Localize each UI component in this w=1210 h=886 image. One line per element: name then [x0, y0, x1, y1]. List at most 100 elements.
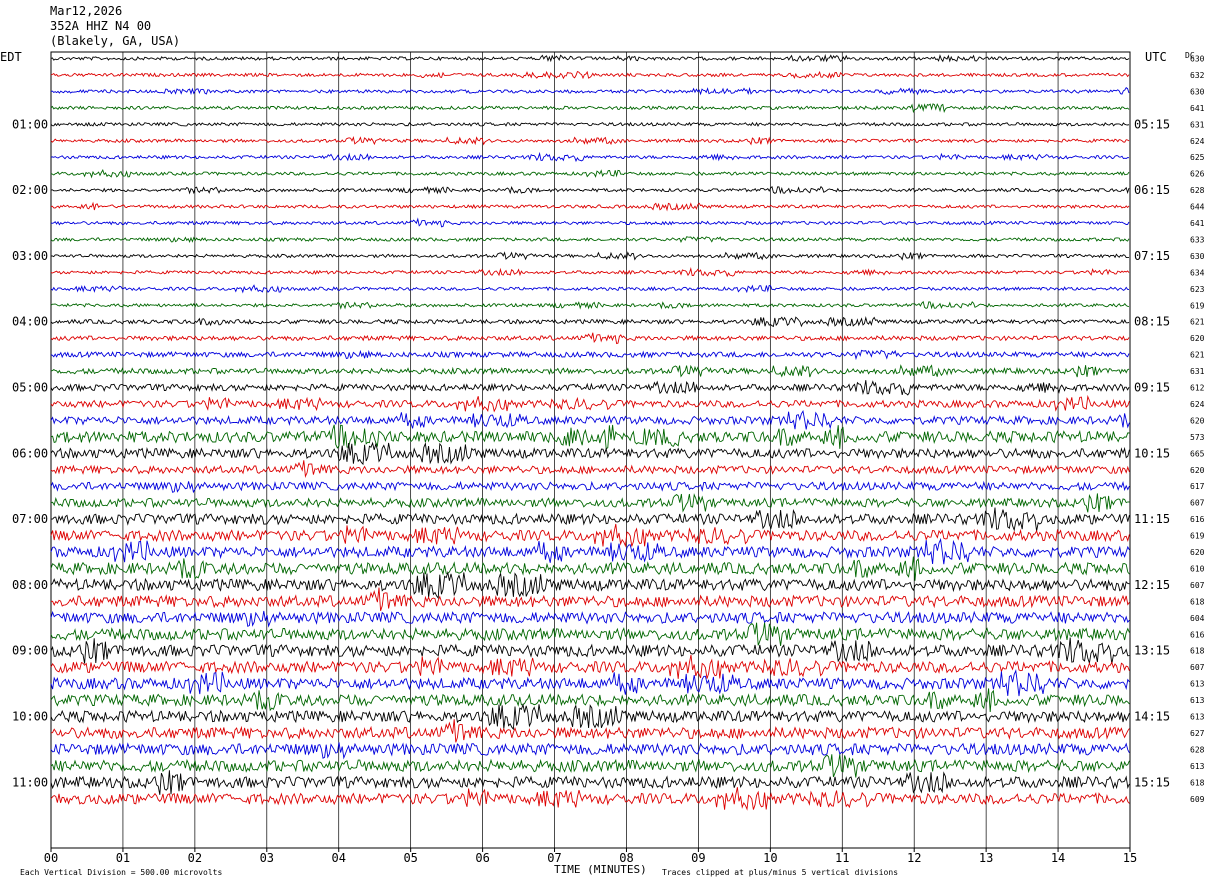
trace-row-5 — [50, 121, 1130, 127]
dc-offset-label: 607 — [1190, 663, 1205, 672]
left-time-label: 06:00 — [12, 446, 48, 460]
trace-row-9 — [50, 185, 1130, 195]
dc-offset-label: 620 — [1190, 548, 1205, 557]
dc-offset-label: 613 — [1190, 696, 1205, 705]
dc-offset-label: 644 — [1190, 203, 1205, 212]
left-time-label: 07:00 — [12, 512, 48, 526]
x-tick-label: 04 — [332, 851, 346, 865]
right-time-label: 05:15 — [1134, 117, 1170, 131]
dc-offset-label: 618 — [1190, 647, 1205, 656]
x-tick-label: 09 — [691, 851, 705, 865]
trace-row-36 — [50, 622, 1130, 646]
dc-offset-label: 620 — [1190, 334, 1205, 343]
dc-offset-label: 628 — [1190, 745, 1205, 754]
dc-offset-label: 618 — [1190, 597, 1205, 606]
trace-row-31 — [50, 537, 1130, 565]
dc-offset-label: 630 — [1190, 252, 1205, 261]
dc-offset-label: 619 — [1190, 532, 1205, 541]
x-tick-label: 13 — [979, 851, 993, 865]
dc-offset-label: 624 — [1190, 400, 1205, 409]
left-time-label: 09:00 — [12, 644, 48, 658]
dc-offset-label: 634 — [1190, 268, 1205, 277]
trace-row-7 — [50, 151, 1130, 163]
trace-row-6 — [50, 136, 1130, 146]
dc-offset-label: 641 — [1190, 104, 1205, 113]
trace-row-1 — [50, 53, 1130, 63]
dc-offset-label: 624 — [1190, 137, 1205, 146]
dc-offset-label: 616 — [1190, 515, 1205, 524]
trace-row-14 — [50, 266, 1130, 278]
dc-offset-label: 613 — [1190, 713, 1205, 722]
trace-row-3 — [50, 86, 1130, 96]
trace-row-38 — [50, 654, 1130, 679]
dc-offset-label: 631 — [1190, 367, 1205, 376]
dc-offset-label: 621 — [1190, 351, 1205, 360]
scale-note: Each Vertical Division = 500.00 microvol… — [20, 868, 222, 877]
left-time-label: 05:00 — [12, 381, 48, 395]
right-time-label: 10:15 — [1134, 446, 1170, 460]
trace-row-42 — [50, 719, 1130, 743]
trace-row-46 — [50, 787, 1130, 811]
x-tick-label: 12 — [907, 851, 921, 865]
dc-offset-label: 631 — [1190, 120, 1205, 129]
trace-row-2 — [50, 70, 1130, 80]
right-time-label: 13:15 — [1134, 644, 1170, 658]
trace-row-21 — [50, 380, 1130, 396]
dc-offset-label: 609 — [1190, 795, 1205, 804]
left-time-label: 04:00 — [12, 315, 48, 329]
left-tz-label: EDT — [0, 50, 22, 64]
x-tick-label: 01 — [116, 851, 130, 865]
left-time-label: 10:00 — [12, 710, 48, 724]
left-time-label: 03:00 — [12, 249, 48, 263]
dc-offset-label: 641 — [1190, 219, 1205, 228]
left-time-label: 02:00 — [12, 183, 48, 197]
dc-offset-label: 625 — [1190, 153, 1205, 162]
trace-row-20 — [50, 364, 1130, 378]
trace-row-8 — [50, 169, 1130, 179]
trace-row-37 — [50, 637, 1130, 665]
x-tick-label: 11 — [835, 851, 849, 865]
x-tick-label: 14 — [1051, 851, 1065, 865]
trace-row-30 — [50, 523, 1130, 548]
dc-offset-label: 623 — [1190, 285, 1205, 294]
trace-row-34 — [50, 587, 1130, 611]
trace-row-44 — [50, 754, 1130, 778]
dc-offset-label: 620 — [1190, 416, 1205, 425]
trace-row-22 — [50, 394, 1130, 413]
trace-row-19 — [50, 349, 1130, 361]
trace-row-16 — [50, 300, 1130, 310]
dc-offset-label: 632 — [1190, 71, 1205, 80]
dc-offset-label: 613 — [1190, 762, 1205, 771]
left-time-label: 11:00 — [12, 775, 48, 789]
trace-row-10 — [50, 201, 1130, 212]
trace-row-23 — [50, 409, 1130, 430]
trace-row-45 — [50, 770, 1130, 795]
x-tick-label: 15 — [1123, 851, 1137, 865]
trace-row-25 — [50, 441, 1130, 466]
right-time-label: 15:15 — [1134, 775, 1170, 789]
left-time-label: 01:00 — [12, 117, 48, 131]
trace-row-18 — [50, 332, 1130, 345]
dc-offset-label: 607 — [1190, 581, 1205, 590]
dc-offset-label: 613 — [1190, 680, 1205, 689]
dc-offset-label: 620 — [1190, 466, 1205, 475]
right-time-label: 08:15 — [1134, 315, 1170, 329]
trace-row-13 — [50, 251, 1129, 261]
trace-row-24 — [50, 424, 1130, 450]
x-axis-title: TIME (MINUTES) — [554, 863, 647, 876]
dc-offset-label: 610 — [1190, 564, 1205, 573]
seismic-traces — [50, 53, 1130, 811]
dc-offset-label: 604 — [1190, 614, 1205, 623]
x-tick-label: 02 — [188, 851, 202, 865]
trace-row-15 — [50, 284, 1129, 294]
dc-offset-label: 628 — [1190, 186, 1205, 195]
dc-offset-label: 618 — [1190, 778, 1205, 787]
right-tz-label: UTC — [1145, 50, 1167, 64]
trace-row-11 — [50, 217, 1130, 228]
dc-offset-label: 665 — [1190, 449, 1205, 458]
x-tick-label: 10 — [763, 851, 777, 865]
dc-offset-label: 616 — [1190, 630, 1205, 639]
right-time-label: 11:15 — [1134, 512, 1170, 526]
dc-offset-label: 612 — [1190, 384, 1205, 393]
dc-offset-label: 627 — [1190, 729, 1205, 738]
